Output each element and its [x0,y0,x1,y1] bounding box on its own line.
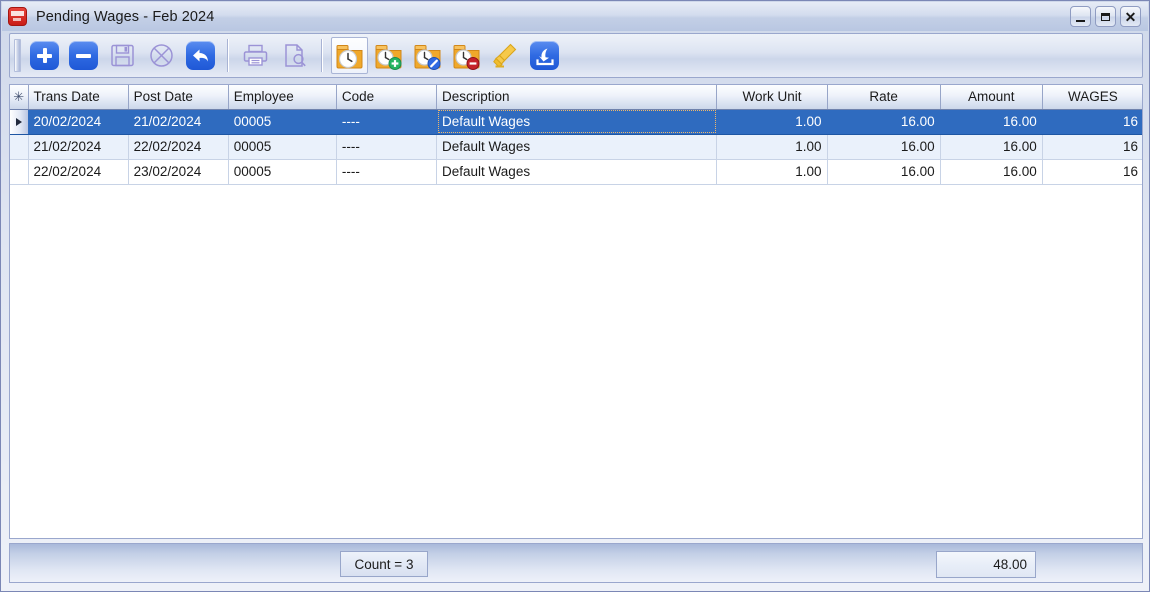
window-title: Pending Wages - Feb 2024 [36,9,214,25]
total-amount-display: 48.00 [936,551,1036,578]
folder-clock-delete-icon [452,42,481,70]
row-selector-cell[interactable] [10,109,28,134]
column-header-work-unit[interactable]: Work Unit [717,85,827,109]
folder-clock-add-icon [374,42,403,70]
cell-code[interactable]: ---- [336,109,436,134]
cell-employee[interactable]: 00005 [228,134,336,159]
cell-amount[interactable]: 16.00 [940,134,1042,159]
table-header-row: ✳ Trans DatePost DateEmployeeCodeDescrip… [10,85,1143,109]
wages-table: ✳ Trans DatePost DateEmployeeCodeDescrip… [10,85,1143,185]
cancel-edit-button[interactable] [143,37,180,74]
plus-icon [30,41,59,70]
table-row[interactable]: 22/02/202423/02/202400005----Default Wag… [10,159,1143,184]
maximize-icon [1101,13,1110,21]
undo-arrow-icon [186,41,215,70]
cell-rate[interactable]: 16.00 [827,109,940,134]
close-icon: ✕ [1125,10,1137,24]
highlight-button[interactable] [487,37,524,74]
minimize-icon [1076,20,1085,22]
application-window: Pending Wages - Feb 2024 ✕ [0,0,1150,592]
minus-icon [69,41,98,70]
row-marker-header: ✳ [10,85,28,109]
highlighter-pen-icon [491,41,520,70]
cell-employee[interactable]: 00005 [228,109,336,134]
column-header-rate[interactable]: Rate [827,85,940,109]
cell-wages[interactable]: 16 [1042,109,1143,134]
title-bar[interactable]: Pending Wages - Feb 2024 ✕ [2,2,1148,31]
cell-work-unit[interactable]: 1.00 [717,109,827,134]
cell-wages[interactable]: 16 [1042,159,1143,184]
cell-wages[interactable]: 16 [1042,134,1143,159]
cell-post-date[interactable]: 21/02/2024 [128,109,228,134]
current-row-arrow-icon [16,118,22,126]
cell-trans-date[interactable]: 22/02/2024 [28,159,128,184]
remove-wages-button[interactable] [448,37,485,74]
cell-post-date[interactable]: 23/02/2024 [128,159,228,184]
cell-code[interactable]: ---- [336,159,436,184]
toolbar-separator-1 [227,39,229,72]
toolbar-drag-handle[interactable] [14,39,21,72]
cell-post-date[interactable]: 22/02/2024 [128,134,228,159]
column-header-code[interactable]: Code [336,85,436,109]
delete-record-button[interactable] [65,37,102,74]
toolbar [9,33,1143,78]
cell-trans-date[interactable]: 20/02/2024 [28,109,128,134]
minimize-button[interactable] [1070,6,1091,27]
column-header-description[interactable]: Description [437,85,717,109]
cell-work-unit[interactable]: 1.00 [717,159,827,184]
column-header-wages[interactable]: WAGES [1042,85,1143,109]
maximize-button[interactable] [1095,6,1116,27]
table-row[interactable]: 21/02/202422/02/202400005----Default Wag… [10,134,1143,159]
folder-clock-edit-icon [413,42,442,70]
record-count-display: Count = 3 [340,551,428,577]
app-logo-icon [8,7,27,26]
cell-code[interactable]: ---- [336,134,436,159]
folder-clock-icon [335,42,364,70]
pending-wages-button[interactable] [331,37,368,74]
page-search-icon [280,41,309,70]
cell-description[interactable]: Default Wages [437,134,717,159]
cell-description[interactable]: Default Wages [437,109,717,134]
edit-wages-button[interactable] [409,37,446,74]
add-wages-button[interactable] [370,37,407,74]
table-row[interactable]: 20/02/202421/02/202400005----Default Wag… [10,109,1143,134]
cell-rate[interactable]: 16.00 [827,159,940,184]
import-tray-icon [530,41,559,70]
undo-button[interactable] [182,37,219,74]
toolbar-separator-2 [321,39,323,72]
row-selector-cell[interactable] [10,134,28,159]
print-button[interactable] [237,37,274,74]
save-floppy-icon [108,41,137,70]
row-selector-cell[interactable] [10,159,28,184]
column-header-post-date[interactable]: Post Date [128,85,228,109]
print-preview-button[interactable] [276,37,313,74]
status-bar: Count = 3 48.00 [9,543,1143,583]
add-record-button[interactable] [26,37,63,74]
column-header-employee[interactable]: Employee [228,85,336,109]
cancel-circle-icon [147,41,176,70]
cell-employee[interactable]: 00005 [228,159,336,184]
close-button[interactable]: ✕ [1120,6,1141,27]
cell-rate[interactable]: 16.00 [827,134,940,159]
cell-description[interactable]: Default Wages [437,159,717,184]
cell-trans-date[interactable]: 21/02/2024 [28,134,128,159]
post-wages-button[interactable] [526,37,563,74]
column-header-trans-date[interactable]: Trans Date [28,85,128,109]
cell-amount[interactable]: 16.00 [940,159,1042,184]
save-record-button[interactable] [104,37,141,74]
cell-work-unit[interactable]: 1.00 [717,134,827,159]
printer-icon [241,41,270,70]
wages-grid[interactable]: ✳ Trans DatePost DateEmployeeCodeDescrip… [9,84,1143,539]
window-controls: ✕ [1070,6,1141,27]
cell-amount[interactable]: 16.00 [940,109,1042,134]
column-header-amount[interactable]: Amount [940,85,1042,109]
